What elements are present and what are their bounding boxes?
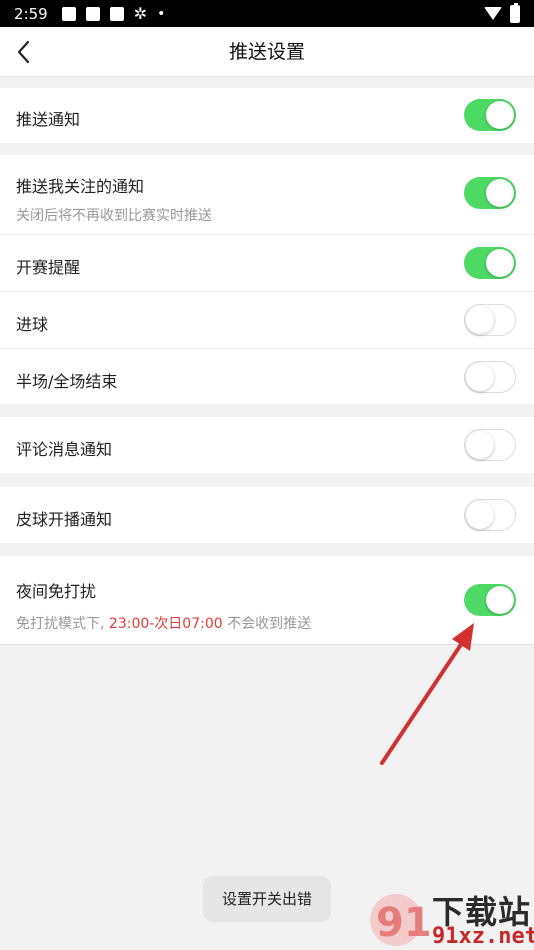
notification-icon: [61, 6, 76, 21]
push-label: 推送通知: [16, 110, 81, 129]
followed-desc: 关闭后将不再收到比赛实时推送: [16, 208, 212, 224]
goal-label: 进球: [16, 315, 49, 334]
push-row: 推送通知: [0, 88, 534, 143]
toggle-knob: [466, 363, 494, 391]
svg-text:91: 91: [376, 900, 432, 946]
toast-message: 设置开关出错: [203, 876, 331, 922]
live-card: 皮球开播通知: [0, 487, 534, 543]
red-arrow-annotation: [380, 623, 474, 765]
live-label: 皮球开播通知: [16, 510, 113, 529]
followed-row: 推送我关注的通知 关闭后将不再收到比赛实时推送: [0, 155, 534, 234]
night-label: 夜间免打扰: [16, 582, 97, 601]
status-time: 2:59: [14, 4, 48, 23]
page-title: 推送设置: [228, 41, 305, 63]
followed-toggle[interactable]: [464, 177, 516, 209]
halftime-toggle[interactable]: [464, 361, 516, 393]
toggle-knob: [486, 101, 514, 129]
night-toggle[interactable]: [464, 584, 516, 616]
match-push-card: 推送我关注的通知 关闭后将不再收到比赛实时推送 开赛提醒 进球 半场/全场结束: [0, 155, 534, 404]
live-row: 皮球开播通知: [0, 487, 534, 543]
push-toggle[interactable]: [464, 99, 516, 131]
toggle-knob: [486, 249, 514, 277]
toggle-knob: [486, 179, 514, 207]
status-bar: 2:59 ✲ •: [0, 0, 534, 27]
battery-icon: [510, 2, 520, 23]
goal-toggle[interactable]: [464, 304, 516, 336]
toggle-knob: [466, 501, 494, 529]
more-notifications-dot: •: [157, 5, 166, 22]
nav-header: 推送设置: [0, 27, 534, 77]
toggle-knob: [466, 431, 494, 459]
kickoff-row: 开赛提醒: [0, 234, 534, 291]
kickoff-toggle[interactable]: [464, 247, 516, 279]
halftime-row: 半场/全场结束: [0, 348, 534, 404]
comment-row: 评论消息通知: [0, 417, 534, 473]
goal-row: 进球: [0, 291, 534, 348]
night-desc-suffix: 不会收到推送: [222, 616, 312, 632]
notification-icon: [109, 6, 124, 21]
sync-icon: ✲: [133, 3, 148, 23]
comment-toggle[interactable]: [464, 429, 516, 461]
back-arrow-icon[interactable]: [14, 39, 36, 65]
kickoff-label: 开赛提醒: [16, 258, 81, 277]
comment-card: 评论消息通知: [0, 417, 534, 473]
night-desc-prefix: 免打扰模式下,: [16, 616, 109, 632]
push-card: 推送通知: [0, 88, 534, 143]
halftime-label: 半场/全场结束: [16, 372, 118, 391]
live-toggle[interactable]: [464, 499, 516, 531]
night-time-range: 23:00-次日07:00: [108, 616, 223, 632]
night-desc: 免打扰模式下, 23:00-次日07:00 不会收到推送: [16, 613, 311, 633]
followed-label: 推送我关注的通知: [16, 177, 145, 196]
notification-icon: [85, 6, 100, 21]
watermark-url: 91xz.net: [432, 924, 534, 949]
comment-label: 评论消息通知: [16, 440, 113, 459]
toggle-knob: [486, 586, 514, 614]
wifi-icon: [484, 7, 502, 20]
toggle-knob: [466, 306, 494, 334]
